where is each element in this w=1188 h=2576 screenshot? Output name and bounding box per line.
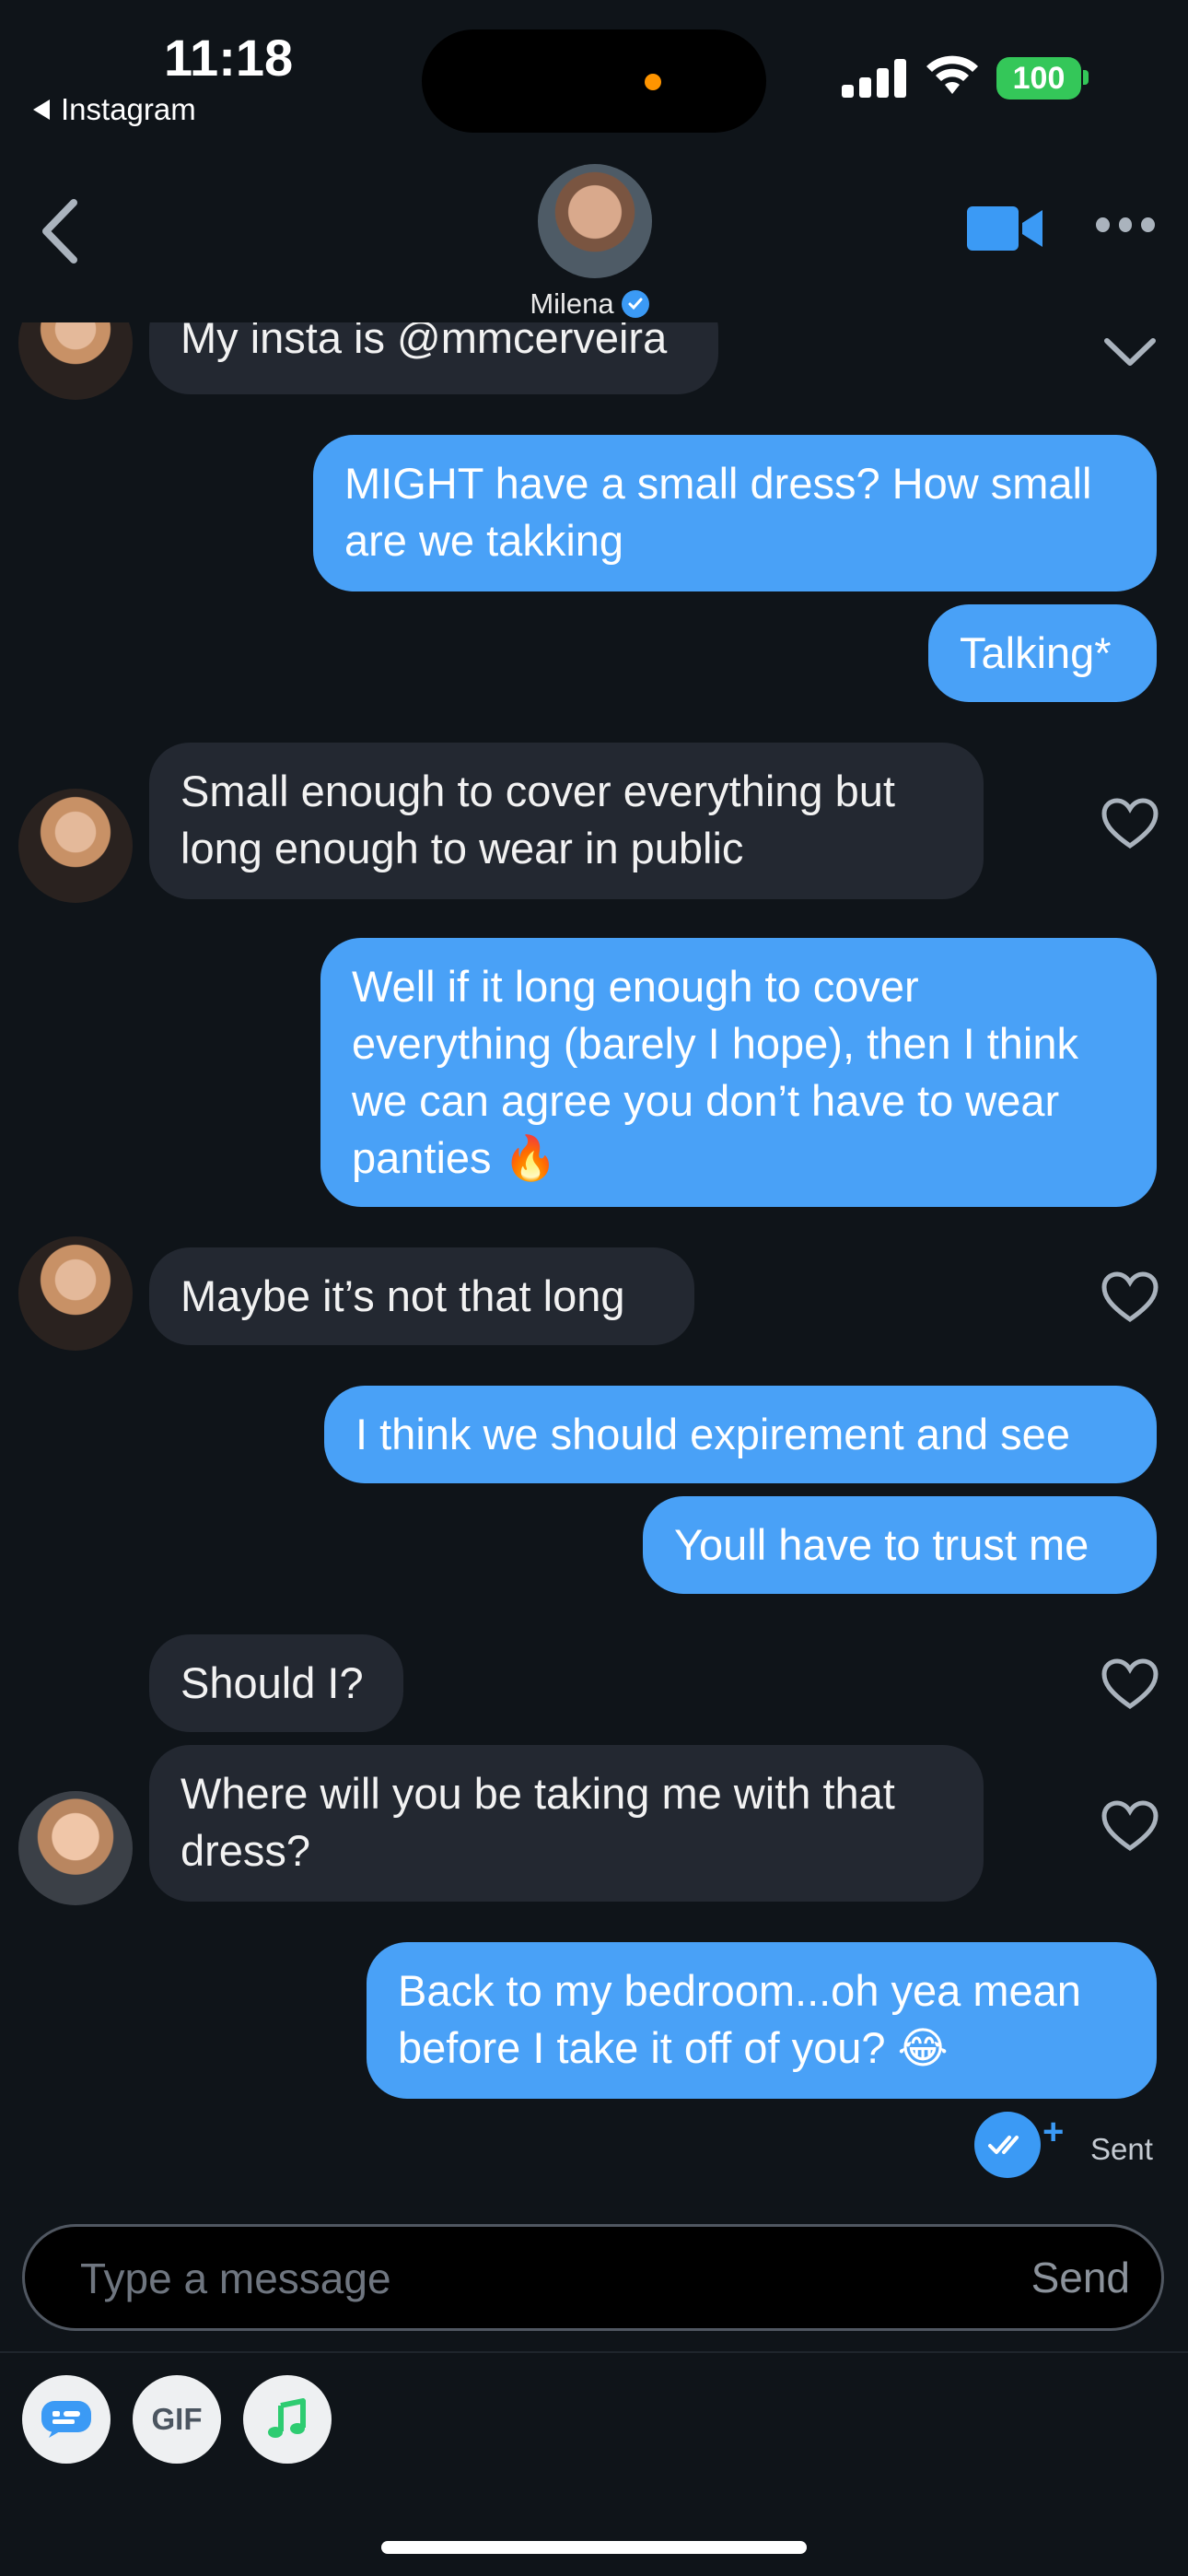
wifi-icon (926, 55, 978, 94)
chevron-down-icon[interactable] (1101, 332, 1159, 372)
sender-avatar[interactable] (18, 1791, 133, 1905)
outgoing-message[interactable]: I think we should expirement and see (324, 1386, 1157, 1483)
sender-avatar[interactable] (18, 1236, 133, 1351)
chevron-left-icon[interactable] (37, 197, 87, 265)
back-triangle-icon (33, 100, 50, 120)
message-input[interactable] (78, 2227, 911, 2330)
heart-icon[interactable] (1101, 1271, 1159, 1323)
cellular-signal-icon (842, 55, 906, 98)
outgoing-message[interactable]: MIGHT have a small dress? How small are … (313, 435, 1157, 591)
incoming-message[interactable]: Small enough to cover everything but lon… (149, 743, 984, 899)
composer-divider (0, 2351, 1188, 2353)
send-button[interactable]: Send (1031, 2227, 1130, 2328)
incoming-message[interactable]: My insta is @mmcerveira (149, 322, 718, 394)
sender-avatar[interactable] (18, 789, 133, 903)
battery-indicator: 100 (996, 57, 1081, 100)
read-receipt-icon (974, 2112, 1041, 2178)
outgoing-message[interactable]: Back to my bedroom...oh yea mean before … (367, 1942, 1157, 2099)
heart-icon[interactable] (1101, 1658, 1159, 1710)
home-indicator[interactable] (381, 2541, 807, 2554)
outgoing-message[interactable]: Youll have to trust me (643, 1496, 1157, 1594)
plus-icon[interactable]: + (1042, 2112, 1064, 2153)
sender-avatar[interactable] (18, 322, 133, 400)
gif-button[interactable]: GIF (133, 2375, 221, 2464)
contact-avatar[interactable] (538, 164, 652, 278)
privacy-indicator-dot (645, 74, 661, 90)
battery-tip (1083, 70, 1089, 85)
incoming-message[interactable]: Should I? (149, 1634, 403, 1732)
heart-icon[interactable] (1101, 1800, 1159, 1852)
status-time: 11:18 (164, 29, 294, 87)
back-app-label: Instagram (61, 92, 196, 126)
contact-name-row[interactable]: Milena (497, 287, 681, 321)
chat-bubble-icon (41, 2401, 91, 2438)
heart-icon[interactable] (1101, 798, 1159, 849)
incoming-message[interactable]: Maybe it’s not that long (149, 1247, 694, 1345)
incoming-message[interactable]: Where will you be taking me with that dr… (149, 1745, 984, 1902)
dynamic-island (422, 29, 766, 133)
sent-status: Sent (1090, 2132, 1153, 2166)
outgoing-message[interactable]: Well if it long enough to cover everythi… (320, 938, 1157, 1207)
back-to-app-link[interactable]: Instagram (33, 92, 196, 127)
sticker-button[interactable] (22, 2375, 111, 2464)
message-composer: Send (22, 2224, 1164, 2331)
contact-name: Milena (530, 287, 614, 320)
video-call-icon[interactable] (967, 203, 1044, 254)
music-button[interactable] (243, 2375, 332, 2464)
more-options-icon[interactable] (1096, 217, 1156, 238)
message-thread[interactable]: My insta is @mmcerveira MIGHT have a sma… (0, 322, 1188, 2202)
gif-label: GIF (151, 2402, 203, 2436)
music-note-icon (268, 2398, 306, 2438)
outgoing-message[interactable]: Talking* (928, 604, 1157, 702)
verified-badge-icon (621, 290, 649, 318)
